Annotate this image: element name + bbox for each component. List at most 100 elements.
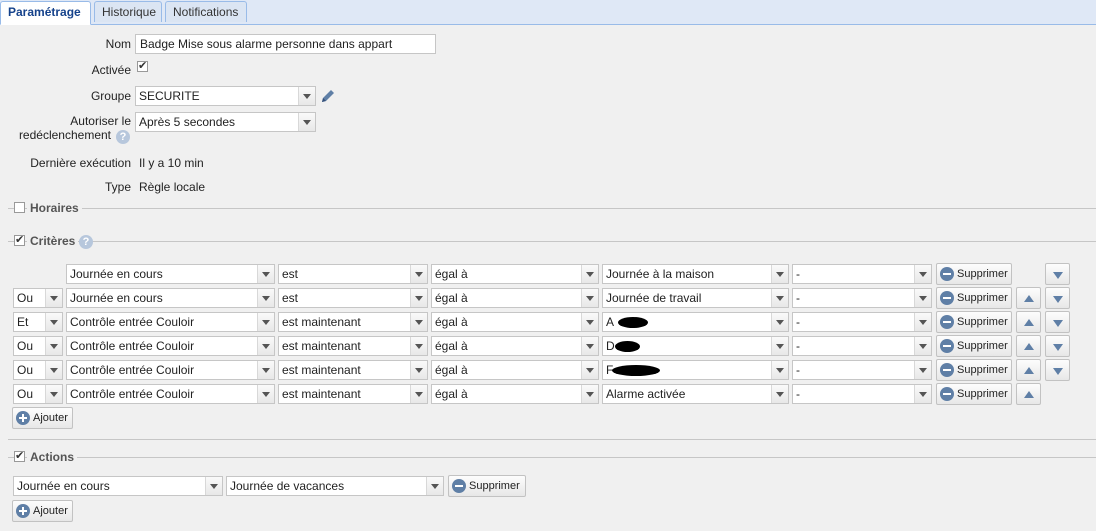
chevron-down-icon[interactable] (581, 313, 598, 331)
criteria-comparator-combo[interactable]: égal à (431, 264, 599, 284)
criteria-delete-button[interactable]: Supprimer (936, 335, 1012, 357)
chevron-down-icon[interactable] (771, 385, 788, 403)
chevron-down-icon[interactable] (914, 313, 931, 331)
criteria-condition-combo[interactable]: est maintenant (278, 312, 428, 332)
chevron-down-icon[interactable] (914, 289, 931, 307)
chevron-down-icon[interactable] (410, 313, 427, 331)
criteria-operator-combo[interactable]: Et (13, 312, 63, 332)
chevron-down-icon[interactable] (298, 87, 315, 105)
chevron-down-icon[interactable] (914, 361, 931, 379)
chevron-down-icon[interactable] (771, 289, 788, 307)
actions-checkbox[interactable] (14, 449, 25, 462)
criteria-comparator-combo[interactable]: égal à (431, 288, 599, 308)
chevron-down-icon[interactable] (410, 337, 427, 355)
action-delete-button[interactable]: Supprimer (448, 475, 526, 497)
help-icon[interactable]: ? (79, 235, 93, 249)
horaires-checkbox[interactable] (14, 202, 25, 213)
criteria-operator-combo[interactable]: Ou (13, 288, 63, 308)
chevron-down-icon[interactable] (410, 361, 427, 379)
move-down-icon[interactable] (1045, 311, 1070, 333)
criteria-condition-combo[interactable]: est (278, 264, 428, 284)
criteria-condition-combo[interactable]: est (278, 288, 428, 308)
criteria-extra-combo[interactable]: - (792, 264, 932, 284)
chevron-down-icon[interactable] (45, 313, 62, 331)
action-value-combo[interactable]: Journée de vacances (226, 476, 444, 496)
chevron-down-icon[interactable] (914, 385, 931, 403)
pencil-icon[interactable] (319, 87, 337, 105)
criteria-comparator-combo[interactable]: égal à (431, 360, 599, 380)
chevron-down-icon[interactable] (581, 337, 598, 355)
criteria-comparator-combo[interactable]: égal à (431, 312, 599, 332)
chevron-down-icon[interactable] (581, 289, 598, 307)
tab-notifications[interactable]: Notifications (165, 1, 247, 22)
chevron-down-icon[interactable] (771, 337, 788, 355)
chevron-down-icon[interactable] (771, 313, 788, 331)
move-up-icon[interactable] (1016, 335, 1041, 357)
criteres-add-button[interactable]: Ajouter (12, 407, 73, 429)
criteria-delete-button[interactable]: Supprimer (936, 287, 1012, 309)
chevron-down-icon[interactable] (257, 289, 274, 307)
chevron-down-icon[interactable] (410, 289, 427, 307)
criteria-source-combo[interactable]: Contrôle entrée Couloir (66, 360, 275, 380)
chevron-down-icon[interactable] (257, 385, 274, 403)
chevron-down-icon[interactable] (581, 361, 598, 379)
nom-input[interactable] (135, 34, 436, 54)
move-up-icon[interactable] (1016, 311, 1041, 333)
chevron-down-icon[interactable] (45, 337, 62, 355)
criteria-value-combo[interactable]: Journée à la maison (602, 264, 789, 284)
chevron-down-icon[interactable] (205, 477, 222, 495)
move-down-icon[interactable] (1045, 359, 1070, 381)
move-up-icon[interactable] (1016, 359, 1041, 381)
criteria-source-combo[interactable]: Journée en cours (66, 288, 275, 308)
criteria-comparator-combo[interactable]: égal à (431, 384, 599, 404)
chevron-down-icon[interactable] (581, 385, 598, 403)
chevron-down-icon[interactable] (914, 265, 931, 283)
criteria-condition-combo[interactable]: est maintenant (278, 360, 428, 380)
criteria-delete-button[interactable]: Supprimer (936, 359, 1012, 381)
criteria-extra-combo[interactable]: - (792, 336, 932, 356)
criteria-condition-combo[interactable]: est maintenant (278, 384, 428, 404)
criteria-value-combo[interactable]: Alarme activée (602, 384, 789, 404)
tab-historique[interactable]: Historique (94, 1, 162, 22)
chevron-down-icon[interactable] (45, 385, 62, 403)
move-down-icon[interactable] (1045, 335, 1070, 357)
criteria-comparator-combo[interactable]: égal à (431, 336, 599, 356)
criteria-delete-button[interactable]: Supprimer (936, 263, 1012, 285)
criteria-operator-combo[interactable]: Ou (13, 384, 63, 404)
criteria-extra-combo[interactable]: - (792, 288, 932, 308)
criteria-extra-combo[interactable]: - (792, 384, 932, 404)
criteria-condition-combo[interactable]: est maintenant (278, 336, 428, 356)
criteria-operator-combo[interactable]: Ou (13, 360, 63, 380)
criteria-delete-button[interactable]: Supprimer (936, 311, 1012, 333)
move-down-icon[interactable] (1045, 263, 1070, 285)
groupe-combo[interactable]: SECURITE (135, 86, 316, 106)
criteria-delete-button[interactable]: Supprimer (936, 383, 1012, 405)
chevron-down-icon[interactable] (257, 361, 274, 379)
chevron-down-icon[interactable] (914, 337, 931, 355)
move-up-icon[interactable] (1016, 383, 1041, 405)
chevron-down-icon[interactable] (45, 289, 62, 307)
criteria-extra-combo[interactable]: - (792, 312, 932, 332)
chevron-down-icon[interactable] (771, 361, 788, 379)
actions-add-button[interactable]: Ajouter (12, 500, 73, 522)
chevron-down-icon[interactable] (426, 477, 443, 495)
criteria-extra-combo[interactable]: - (792, 360, 932, 380)
tab-parametrage[interactable]: Paramétrage (0, 1, 91, 25)
chevron-down-icon[interactable] (257, 313, 274, 331)
move-up-icon[interactable] (1016, 287, 1041, 309)
chevron-down-icon[interactable] (581, 265, 598, 283)
criteria-source-combo[interactable]: Contrôle entrée Couloir (66, 312, 275, 332)
criteria-source-combo[interactable]: Contrôle entrée Couloir (66, 336, 275, 356)
criteria-source-combo[interactable]: Contrôle entrée Couloir (66, 384, 275, 404)
chevron-down-icon[interactable] (257, 337, 274, 355)
chevron-down-icon[interactable] (410, 265, 427, 283)
chevron-down-icon[interactable] (771, 265, 788, 283)
criteres-checkbox[interactable] (14, 233, 25, 246)
chevron-down-icon[interactable] (45, 361, 62, 379)
criteria-operator-combo[interactable]: Ou (13, 336, 63, 356)
action-source-combo[interactable]: Journée en cours (13, 476, 223, 496)
chevron-down-icon[interactable] (257, 265, 274, 283)
activee-checkbox[interactable] (137, 59, 148, 72)
chevron-down-icon[interactable] (298, 113, 315, 131)
help-icon[interactable]: ? (116, 130, 130, 144)
